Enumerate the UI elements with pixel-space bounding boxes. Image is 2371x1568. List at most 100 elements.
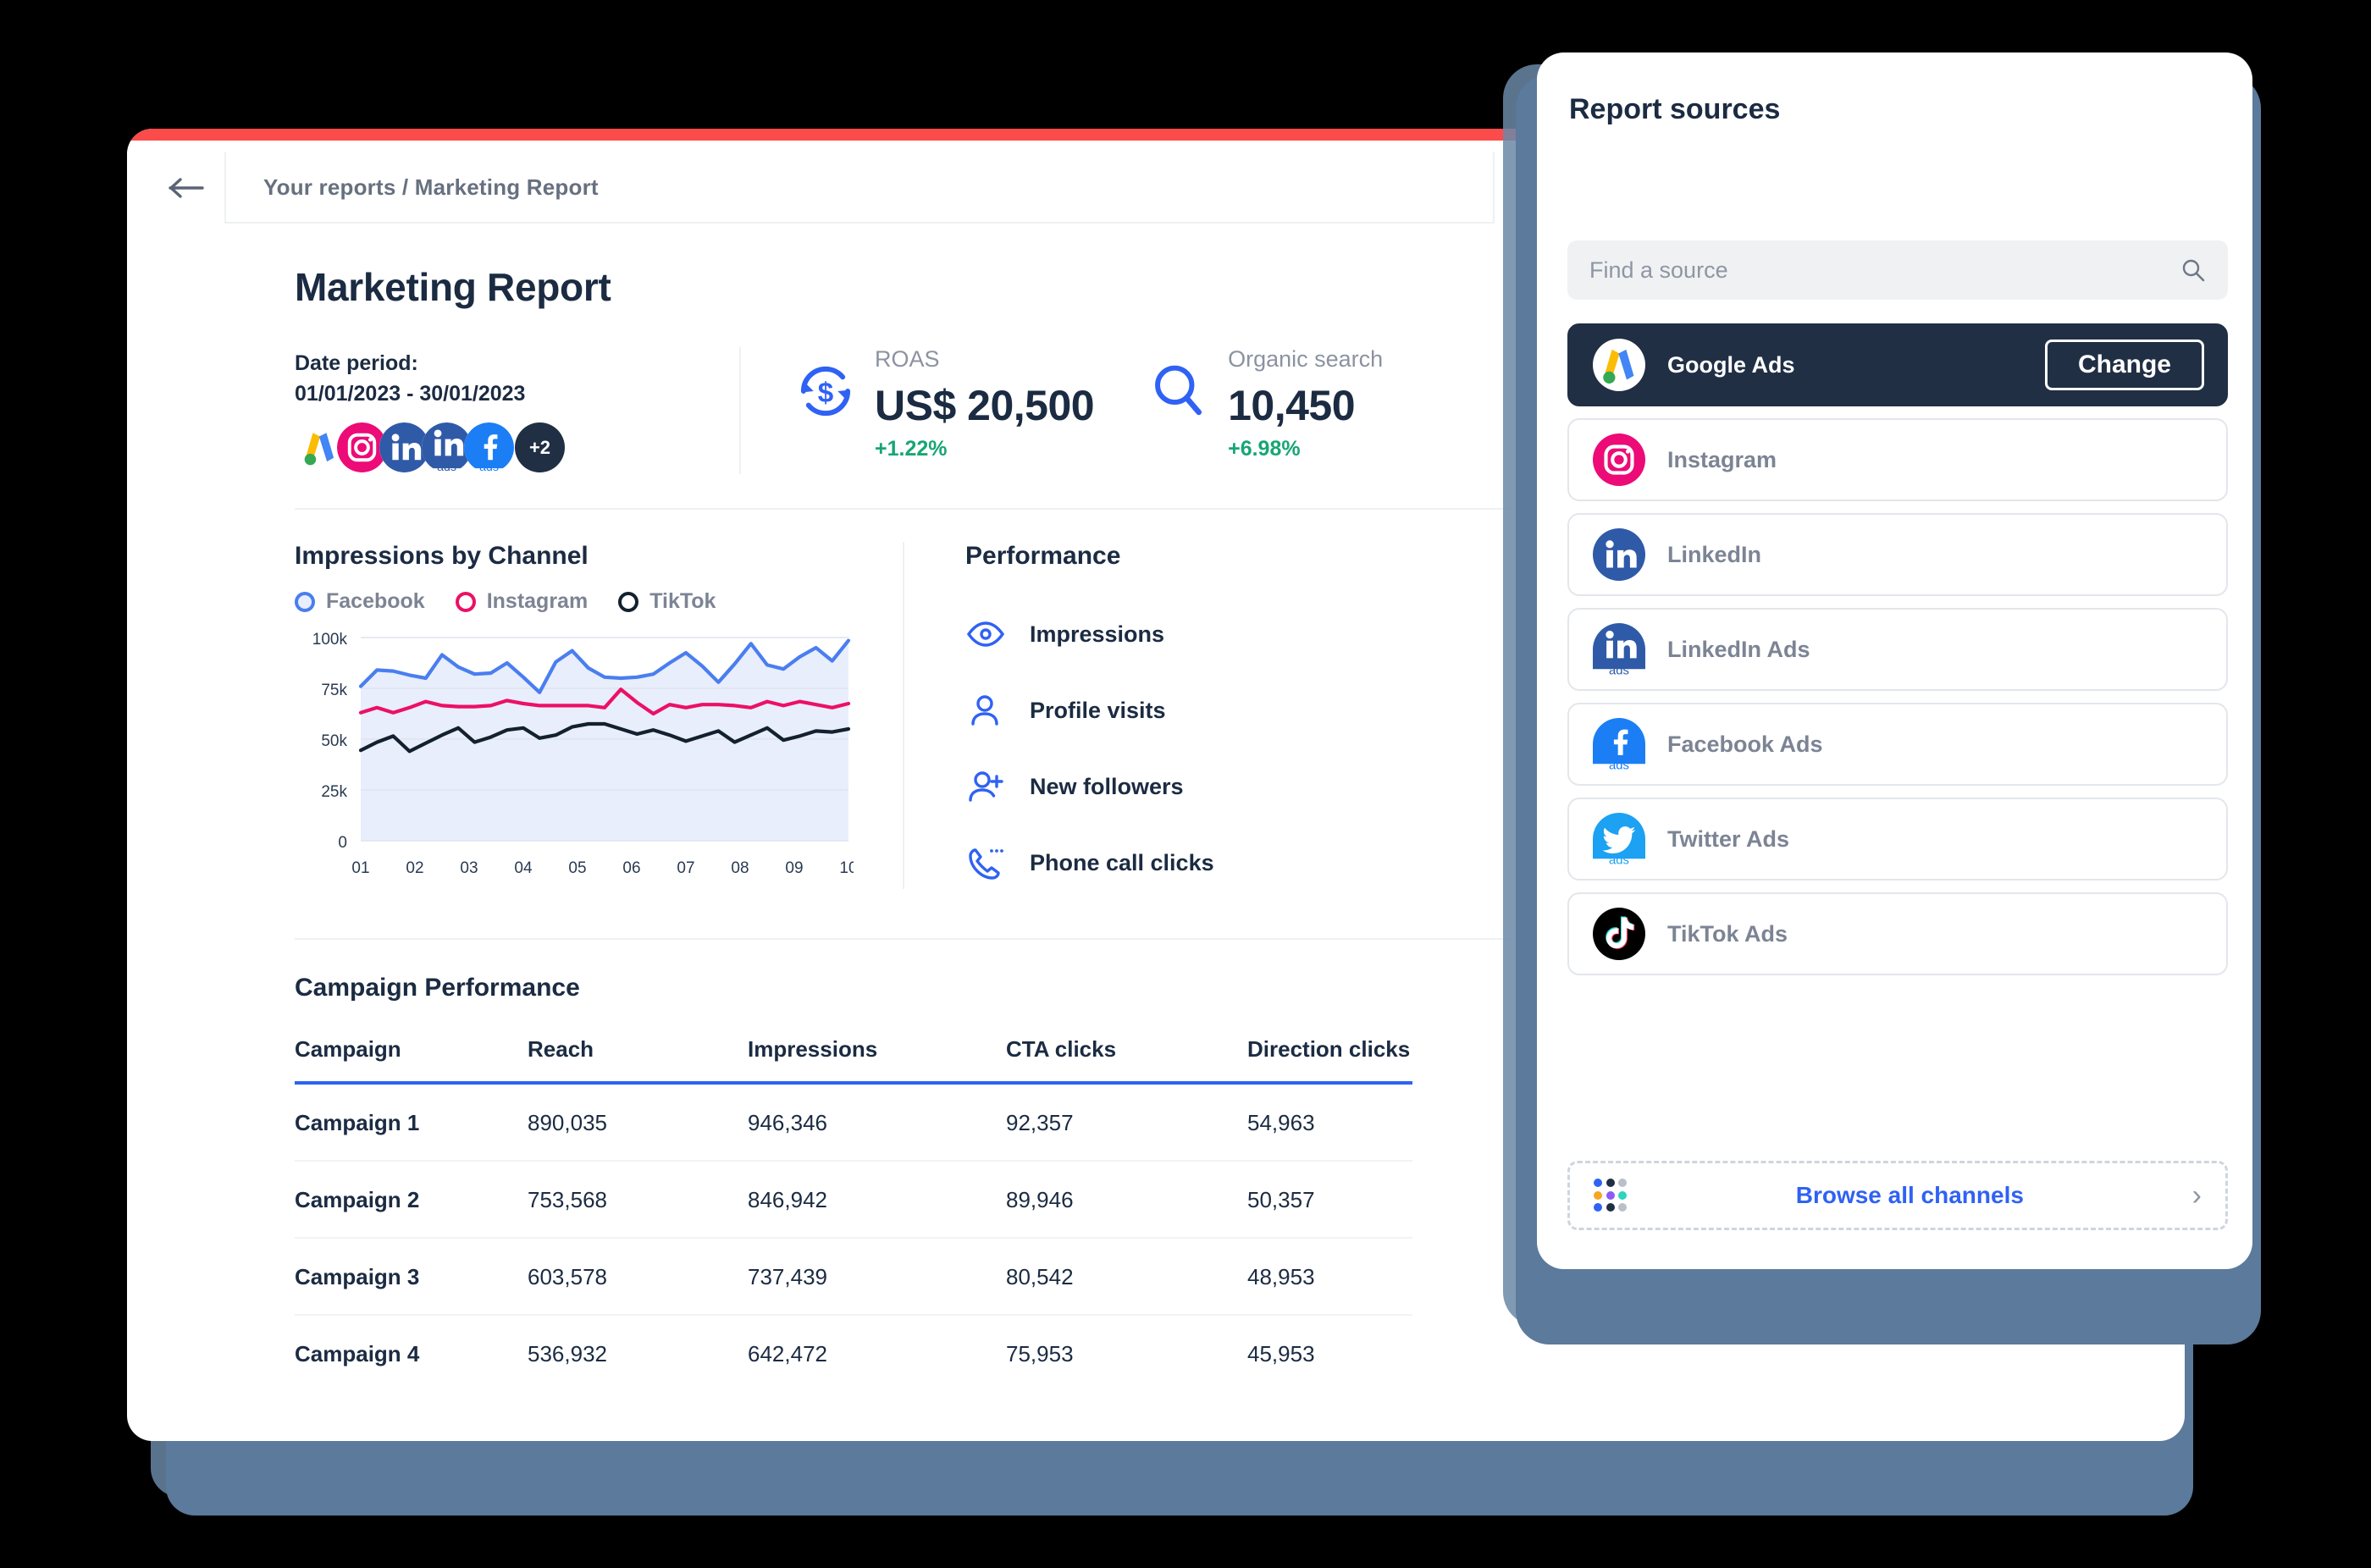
svg-text:ads: ads: [437, 460, 456, 472]
source-avatars: ads ads +2: [295, 422, 739, 472]
svg-text:06: 06: [622, 859, 640, 876]
screen-root: Your reports / Marketing Report Marketin…: [0, 0, 2371, 1568]
source-item-google-ads[interactable]: Google Ads Change: [1567, 323, 2228, 406]
date-period-label: Date period:: [295, 351, 418, 375]
col-header-direction-clicks[interactable]: Direction clicks: [1247, 1036, 1412, 1085]
breadcrumb: Your reports / Marketing Report: [263, 174, 599, 200]
svg-text:25k: 25k: [321, 783, 347, 801]
legend-label-tiktok: TikTok: [649, 589, 716, 613]
facebook-ads-icon[interactable]: ads: [464, 422, 514, 472]
cell-value: 89,946: [1006, 1161, 1247, 1239]
svg-text:75k: 75k: [321, 682, 347, 699]
twitter-ads-icon: ads: [1593, 813, 1645, 865]
source-item-instagram[interactable]: Instagram: [1567, 418, 2228, 501]
cell-value: 75,953: [1006, 1341, 1074, 1366]
source-item-twitter-ads[interactable]: ads Twitter Ads: [1567, 798, 2228, 881]
table-row[interactable]: Campaign 3 603,578 737,439 80,542 48,953: [295, 1238, 1412, 1316]
legend-label-instagram: Instagram: [486, 589, 589, 613]
cell-value: 642,472: [748, 1341, 827, 1366]
date-period-value: 01/01/2023 - 30/01/2023: [295, 381, 526, 406]
dots-grid-icon: [1594, 1179, 1628, 1212]
svg-text:05: 05: [568, 859, 586, 876]
browse-all-channels-button[interactable]: Browse all channels ›: [1567, 1161, 2228, 1230]
impressions-panel: Impressions by Channel Facebook Instagra…: [295, 542, 903, 938]
browse-all-channels-label: Browse all channels: [1795, 1182, 2024, 1208]
avatar-more-count[interactable]: +2: [515, 422, 565, 472]
svg-text:ads: ads: [1609, 665, 1629, 676]
source-item-label: LinkedIn Ads: [1667, 636, 1810, 662]
breadcrumb-tab[interactable]: Your reports / Marketing Report: [224, 152, 1495, 224]
phone-call-icon: [965, 842, 1006, 883]
col-header-campaign[interactable]: Campaign: [295, 1036, 528, 1085]
chart-legend: Facebook Instagram TikTok: [295, 589, 903, 614]
search-icon[interactable]: [2180, 257, 2206, 283]
svg-text:01: 01: [351, 859, 369, 876]
legend-label-facebook: Facebook: [326, 589, 425, 613]
cell-campaign: Campaign 2: [295, 1161, 528, 1239]
eye-icon: [965, 614, 1006, 654]
svg-text:50k: 50k: [321, 732, 347, 750]
linkedin-icon: [1593, 528, 1645, 581]
table-header-row: Campaign Reach Impressions CTA clicks Di…: [295, 1036, 1412, 1085]
source-item-linkedin[interactable]: LinkedIn: [1567, 513, 2228, 596]
table-row[interactable]: Campaign 1 890,035 946,346 92,357 54,963: [295, 1083, 1412, 1162]
cell-value: 737,439: [748, 1238, 1006, 1316]
svg-text:02: 02: [406, 859, 423, 876]
linkedin-ads-icon: ads: [1593, 623, 1645, 676]
table-row[interactable]: Campaign 4 536,932 642,472 75,953 45,953: [295, 1315, 1412, 1391]
svg-text:03: 03: [460, 859, 478, 876]
source-item-tiktok-ads[interactable]: TikTok Ads: [1567, 892, 2228, 975]
back-button[interactable]: [165, 171, 209, 205]
source-item-label: Google Ads: [1667, 351, 1795, 378]
date-period-block: Date period: 01/01/2023 - 30/01/2023 ads…: [295, 347, 739, 472]
back-arrow-icon: [169, 178, 204, 198]
google-ads-icon: [1593, 339, 1645, 391]
col-header-reach[interactable]: Reach: [528, 1036, 748, 1085]
source-item-facebook-ads[interactable]: ads Facebook Ads: [1567, 703, 2228, 786]
svg-text:04: 04: [514, 859, 533, 876]
kpi-organic-value: 10,450: [1228, 381, 1356, 429]
legend-marker-tiktok: [618, 591, 639, 612]
table-row[interactable]: Campaign 2 753,568 846,942 89,946 50,357: [295, 1161, 1412, 1239]
kpi-roas-label: ROAS: [875, 346, 940, 372]
cell-value: 45,953: [1247, 1341, 1315, 1366]
source-item-label: Twitter Ads: [1667, 825, 1790, 852]
legend-item-tiktok[interactable]: TikTok: [618, 589, 716, 614]
search-magnifier-icon: [1147, 359, 1211, 423]
kpi-roas: $ ROAS US$ 20,500 +1.22%: [741, 346, 1095, 461]
source-search-field[interactable]: [1567, 240, 2228, 300]
sources-list: Google Ads Change Instagram LinkedIn ads Link…: [1567, 323, 2228, 987]
svg-text:100k: 100k: [312, 631, 348, 649]
kpi-roas-value: US$ 20,500: [875, 381, 1095, 429]
person-icon: [965, 690, 1006, 731]
legend-item-instagram[interactable]: Instagram: [455, 589, 589, 614]
cell-campaign: Campaign 4: [295, 1341, 420, 1366]
svg-text:07: 07: [677, 859, 694, 876]
tiktok-ads-icon: [1593, 908, 1645, 960]
roas-icon: $: [793, 359, 858, 423]
col-header-cta-clicks[interactable]: CTA clicks: [1006, 1036, 1247, 1085]
legend-marker-facebook: [295, 591, 315, 612]
legend-item-facebook[interactable]: Facebook: [295, 589, 425, 614]
cell-value: 92,357: [1006, 1083, 1247, 1162]
cell-value: 946,346: [748, 1083, 1006, 1162]
page-title: Marketing Report: [295, 265, 611, 309]
instagram-icon: [1593, 433, 1645, 486]
kpi-roas-delta: +1.22%: [875, 436, 948, 461]
chevron-right-icon: ›: [2191, 1179, 2202, 1212]
kpi-organic-label: Organic search: [1228, 346, 1384, 372]
source-item-linkedin-ads[interactable]: ads LinkedIn Ads: [1567, 608, 2228, 691]
facebook-ads-icon: ads: [1593, 718, 1645, 770]
person-add-icon: [965, 766, 1006, 807]
cell-value: 536,932: [528, 1341, 607, 1366]
cell-campaign: Campaign 3: [295, 1238, 528, 1316]
col-header-impressions[interactable]: Impressions: [748, 1036, 1006, 1085]
search-input[interactable]: [1589, 257, 2180, 284]
cell-value: 50,357: [1247, 1161, 1412, 1239]
source-item-label: Facebook Ads: [1667, 731, 1823, 757]
source-item-label: LinkedIn: [1667, 541, 1762, 567]
report-sources-panel: Report sources Google Ads Change Instagram…: [1537, 52, 2252, 1269]
kpi-organic-search: Organic search 10,450 +6.98%: [1094, 346, 1384, 461]
cell-value: 753,568: [528, 1161, 748, 1239]
change-source-button[interactable]: Change: [2044, 340, 2204, 390]
